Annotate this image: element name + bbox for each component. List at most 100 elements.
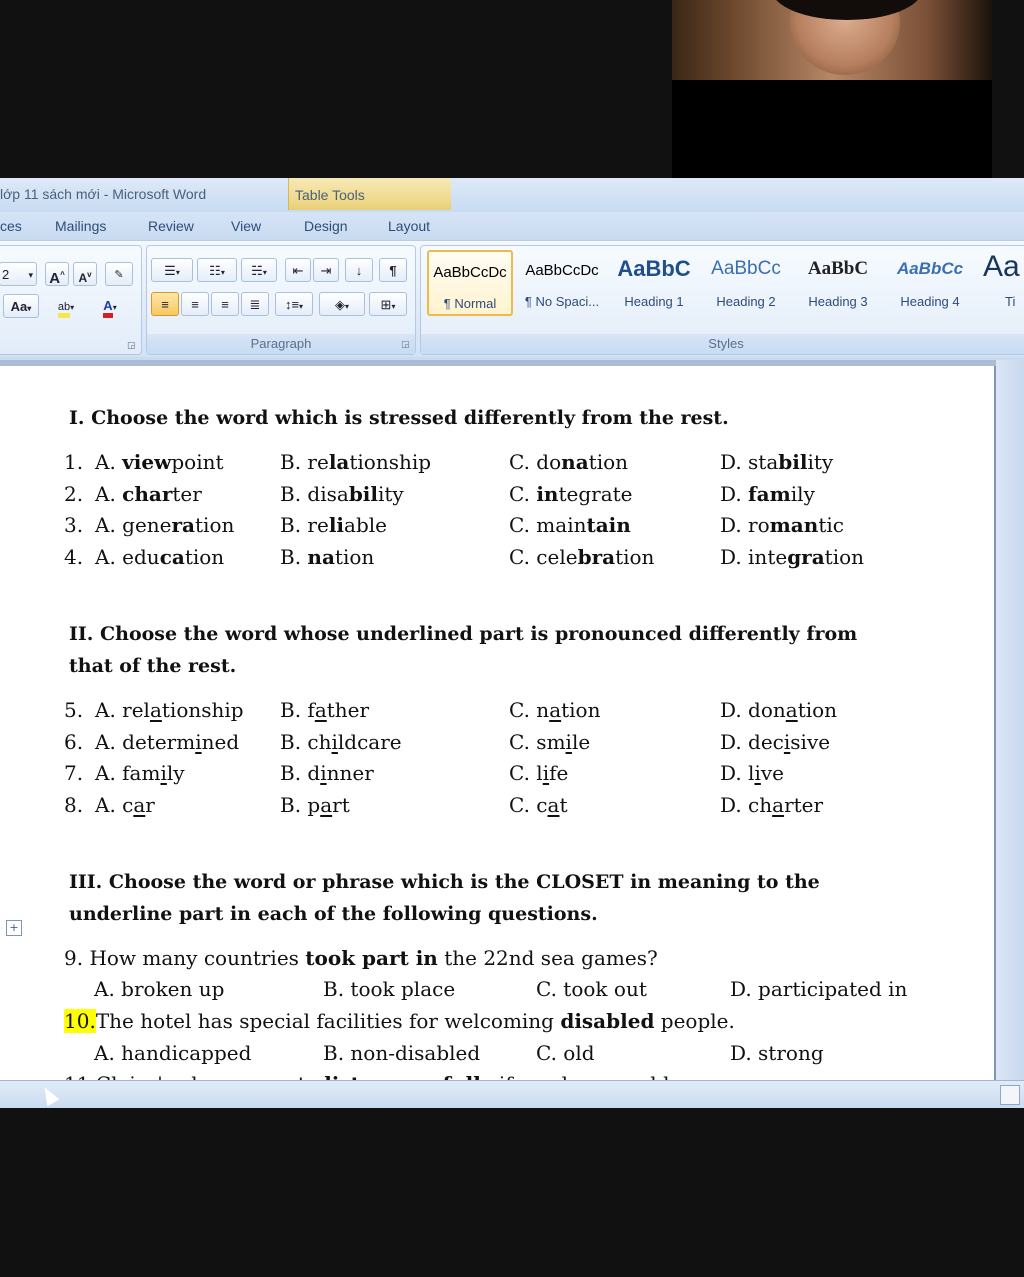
style-heading-2[interactable]: AaBbCc Heading 2 — [703, 250, 789, 316]
numbering-button[interactable]: ☷▾ — [197, 258, 237, 282]
borders-icon: ⊞ — [380, 297, 392, 312]
option-text: ity — [378, 481, 404, 506]
tab-references[interactable]: ces — [0, 218, 22, 234]
option-text: B. ch — [280, 729, 332, 754]
decrease-indent-button[interactable]: ⇤ — [285, 258, 311, 282]
question-number: 1. — [64, 450, 84, 474]
tab-mailings[interactable]: Mailings — [55, 218, 106, 234]
line-spacing-button[interactable]: ↕≡▾ — [275, 292, 313, 316]
paragraph-group-label: Paragraph — [147, 334, 415, 354]
style-normal-preview: AaBbCcDc — [433, 264, 507, 281]
option-text: A. c — [95, 792, 134, 817]
ribbon-tabs: ces Mailings Review View Design Layout — [0, 212, 1024, 240]
highlight-button[interactable]: ab▾ — [47, 294, 85, 318]
tab-view[interactable]: View — [231, 218, 261, 234]
q9-option-d: D. participated in — [730, 977, 908, 1001]
option-d: D. family — [720, 478, 815, 510]
underlined-part: a — [772, 792, 785, 817]
eraser-icon: ✎ — [114, 269, 124, 281]
grow-font-icon: A — [49, 270, 61, 287]
section-3-heading-line1: III. Choose the word or phrase which is … — [69, 871, 820, 893]
style-heading-3[interactable]: AaBbC Heading 3 — [795, 250, 881, 316]
table-move-handle-icon[interactable]: + — [6, 920, 22, 936]
tab-review[interactable]: Review — [148, 218, 194, 234]
stressed-syllable: li — [328, 513, 345, 537]
outdent-icon: ⇤ — [292, 263, 304, 278]
indent-icon: ⇥ — [320, 263, 332, 278]
bullets-button[interactable]: ☰▾ — [151, 258, 193, 282]
question-number: 7. — [64, 761, 84, 785]
title-bar: lớp 11 sách mới - Microsoft Word Table T… — [0, 178, 1024, 212]
section-3-heading-line2: underline part in each of the following … — [69, 903, 598, 925]
table-tools-context-tab: Table Tools — [288, 178, 451, 210]
underlined-part: a — [547, 792, 560, 817]
q11-text-bold: listen carefully — [324, 1072, 492, 1080]
stressed-syllable: tain — [586, 513, 631, 537]
option-a: A. relationship — [95, 694, 244, 726]
option-text: B. p — [280, 792, 321, 817]
grow-font-button[interactable]: A^ — [45, 262, 69, 287]
question-number: 8. — [64, 792, 84, 817]
document-page[interactable]: I. Choose the word which is stressed dif… — [0, 366, 994, 1080]
option-text: C. c — [509, 792, 548, 817]
shading-button[interactable]: ◈▾ — [319, 292, 365, 316]
option-text: D. sta — [720, 450, 779, 474]
style-heading-1[interactable]: AaBbC Heading 1 — [611, 250, 697, 316]
change-case-button[interactable]: Aa▾ — [3, 294, 39, 318]
style-heading-1-preview: AaBbC — [617, 256, 691, 281]
style-title[interactable]: Aa Ti — [979, 250, 1024, 316]
align-right-button[interactable]: ≡ — [211, 292, 239, 316]
q9-text-post: the 22nd sea games? — [437, 946, 658, 970]
paragraph-dialog-launcher-icon[interactable]: ◲ — [401, 340, 411, 350]
view-layout-icon[interactable] — [1000, 1085, 1020, 1105]
vertical-scrollbar[interactable] — [996, 360, 1024, 1080]
option-c: C. cat — [509, 789, 568, 821]
option-d: D. integration — [720, 541, 864, 573]
q10-number-highlight: 10. — [64, 1009, 96, 1033]
shrink-font-button[interactable]: Av — [73, 262, 97, 286]
style-title-preview: Aa — [983, 250, 1020, 283]
font-size-select[interactable]: 2 ▾ — [0, 262, 37, 286]
option-d: D. stability — [720, 446, 833, 478]
option-text: point — [171, 450, 224, 474]
option-text: sive — [790, 729, 831, 754]
font-dialog-launcher-icon[interactable]: ◲ — [127, 341, 137, 351]
option-a: A. charter — [95, 478, 202, 510]
option-text: D. don — [720, 698, 786, 722]
style-heading-4[interactable]: AaBbCc Heading 4 — [887, 250, 973, 316]
ribbon: 2 ▾ A^ Av ✎ Aa▾ ab▾ A▾ ◲ ☰▾ ☷▾ ☵▾ ⇤ ⇥ ↓ ¶… — [0, 240, 1024, 357]
q10-option-a: A. handicapped — [94, 1041, 252, 1065]
option-text: A. edu — [95, 544, 160, 569]
clear-formatting-button[interactable]: ✎ — [105, 262, 133, 286]
align-left-button[interactable]: ≡ — [151, 292, 179, 316]
stressed-syllable: ca — [159, 544, 185, 569]
multilevel-list-button[interactable]: ☵▾ — [241, 258, 277, 282]
tab-design[interactable]: Design — [304, 218, 348, 234]
option-text: B. f — [280, 698, 315, 722]
option-text: tion — [561, 698, 601, 722]
show-formatting-button[interactable]: ¶ — [379, 258, 407, 282]
option-text: ly — [166, 761, 185, 785]
option-c: C. smile — [509, 726, 590, 758]
option-d: D. live — [720, 757, 784, 789]
question-number: 4. — [64, 544, 84, 569]
question-10: 10.The hotel has special facilities for … — [64, 1005, 735, 1037]
q9-text-pre: 9. How many countries — [64, 946, 306, 970]
style-no-spacing[interactable]: AaBbCcDc ¶ No Spaci... — [519, 250, 605, 316]
option-b: B. dinner — [280, 757, 374, 789]
style-normal[interactable]: AaBbCcDc ¶ Normal — [427, 250, 513, 316]
tab-layout[interactable]: Layout — [388, 218, 430, 234]
stressed-syllable: na — [561, 450, 589, 474]
increase-indent-button[interactable]: ⇥ — [313, 258, 339, 282]
q9-option-c: C. took out — [536, 977, 647, 1001]
style-heading-2-label: Heading 2 — [716, 294, 776, 309]
align-left-icon: ≡ — [161, 297, 169, 312]
align-center-button[interactable]: ≡ — [181, 292, 209, 316]
sort-button[interactable]: ↓ — [345, 258, 373, 282]
borders-button[interactable]: ⊞▾ — [369, 292, 407, 316]
option-text: tic — [818, 513, 844, 537]
font-color-button[interactable]: A▾ — [91, 294, 129, 318]
section-2-heading-line1: II. Choose the word whose underlined par… — [69, 623, 858, 645]
paint-bucket-icon: ◈ — [334, 297, 345, 312]
justify-button[interactable]: ≣ — [241, 292, 269, 316]
